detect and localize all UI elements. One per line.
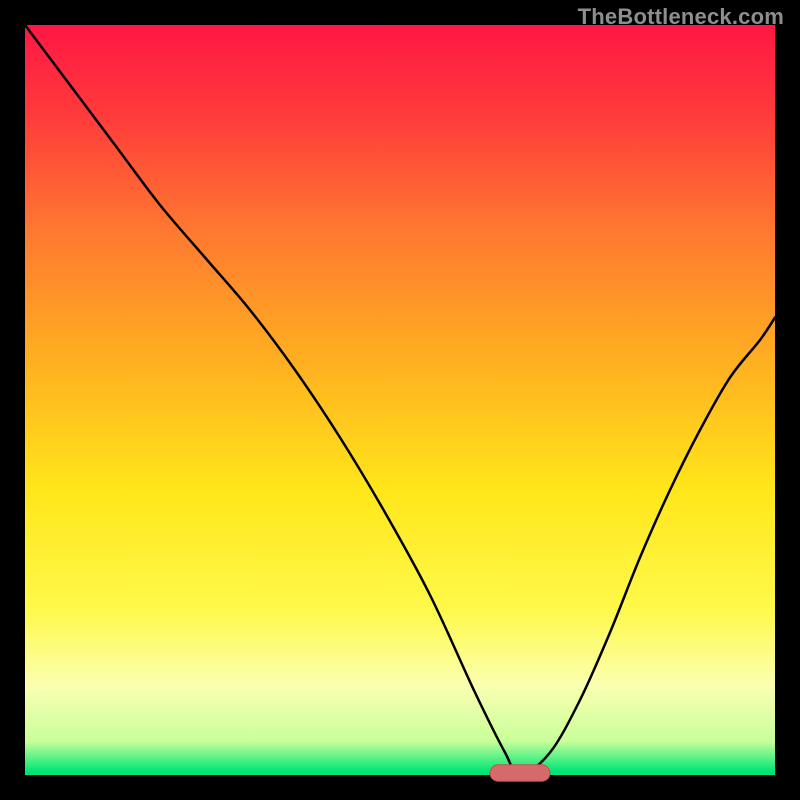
chart-stage: TheBottleneck.com [0,0,800,800]
optimal-marker [490,765,550,782]
watermark-label: TheBottleneck.com [578,4,784,30]
bottleneck-chart [0,0,800,800]
